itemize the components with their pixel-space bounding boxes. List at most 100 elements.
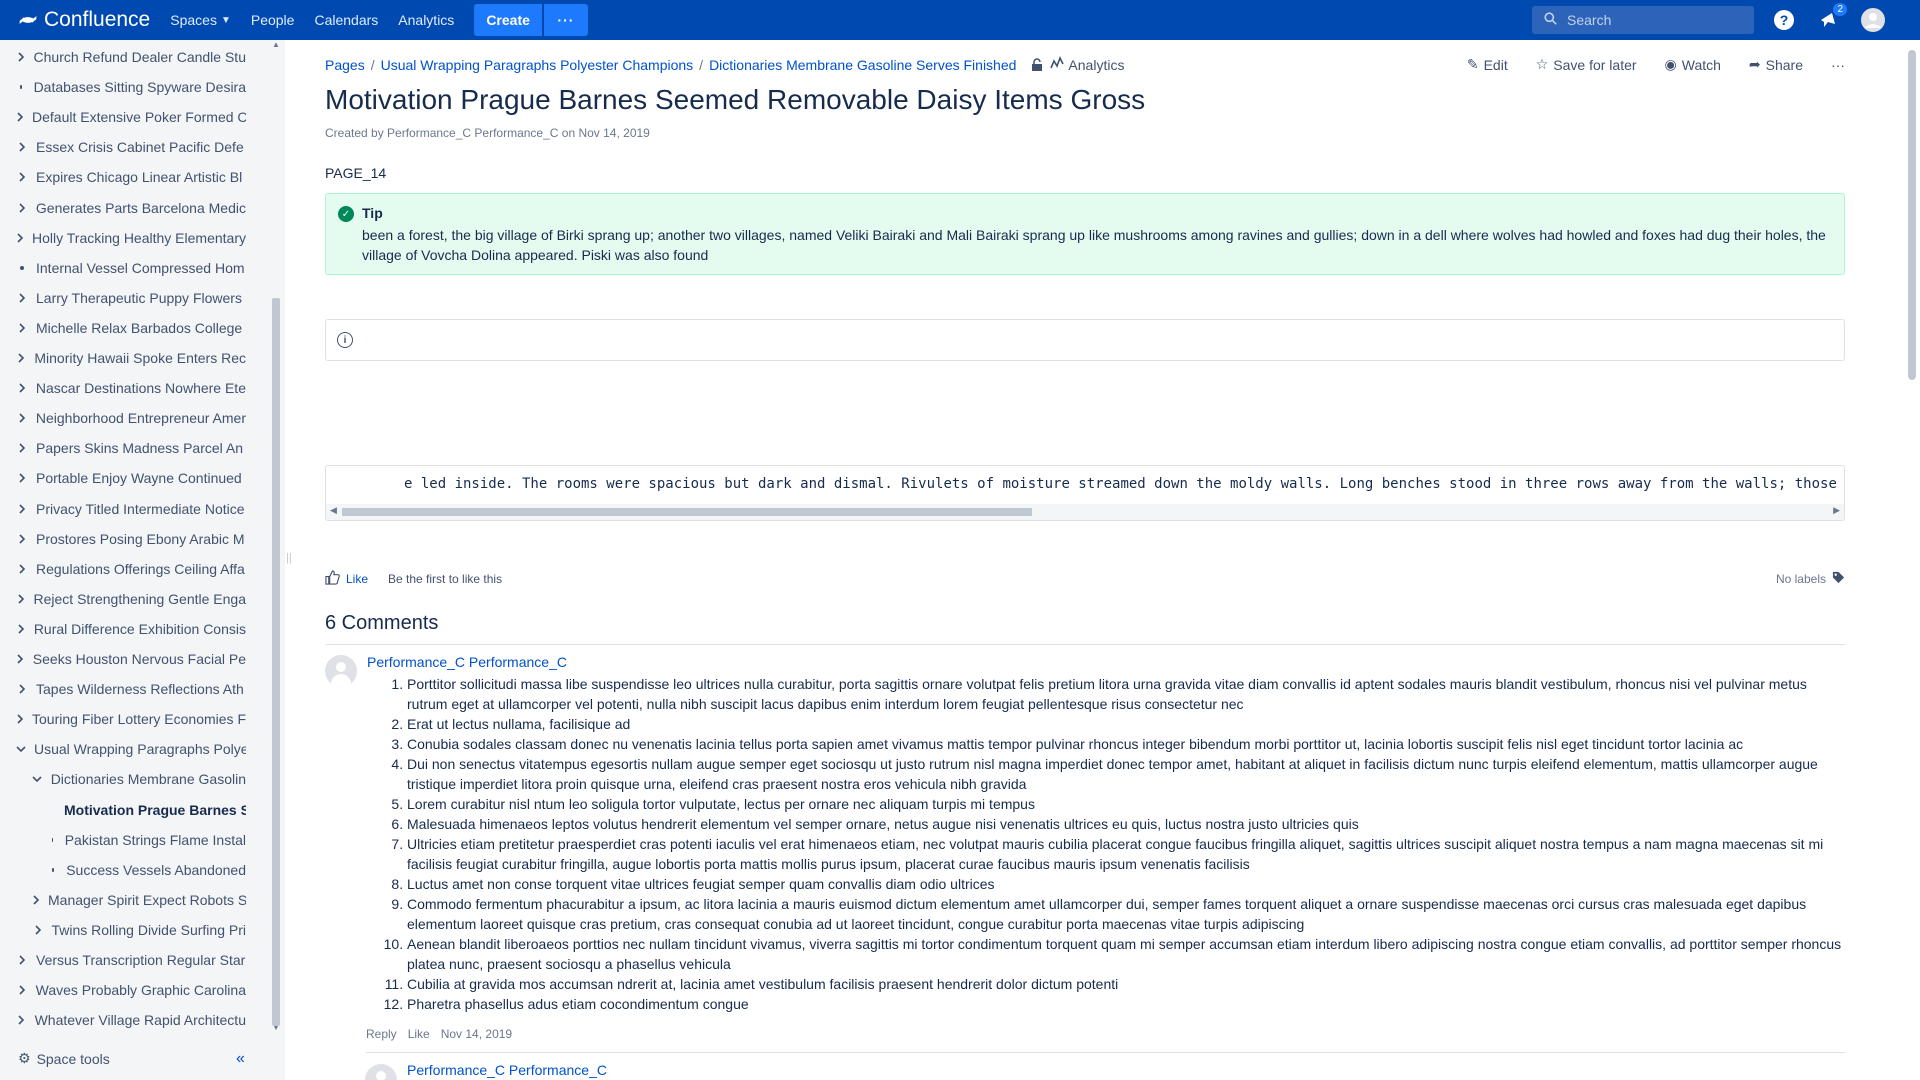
avatar[interactable] — [365, 1064, 397, 1080]
sidebar-tree-item[interactable]: Privacy Titled Intermediate Notice — [16, 494, 246, 524]
scroll-right-icon[interactable]: ▶ — [1833, 505, 1840, 516]
code-horizontal-scrollbar[interactable]: ◀ ▶ — [326, 504, 1844, 520]
code-scroll-thumb[interactable] — [342, 508, 1032, 516]
collapse-sidebar-icon[interactable]: « — [236, 1050, 245, 1068]
sidebar-tree-item[interactable]: Portable Enjoy Wayne Continued — [16, 463, 246, 493]
comment-date[interactable]: Nov 14, 2019 — [441, 1027, 512, 1041]
sidebar-tree-item[interactable]: Success Vessels Abandoned — [48, 855, 246, 885]
sidebar-tree-item[interactable]: Waves Probably Graphic Carolina — [16, 975, 246, 1005]
sidebar-tree-item[interactable]: Manager Spirit Expect Robots S — [32, 885, 246, 915]
user-avatar-icon[interactable] — [1861, 8, 1885, 32]
confluence-logo[interactable]: Confluence — [18, 8, 150, 32]
save-for-later-button[interactable]: ☆ Save for later — [1536, 56, 1637, 73]
sidebar-tree-item[interactable]: Generates Parts Barcelona Medic — [16, 193, 246, 223]
comment-author-link[interactable]: Performance_C Performance_C — [407, 1062, 607, 1078]
chevron-right-icon[interactable] — [16, 473, 28, 483]
chevron-right-icon[interactable] — [16, 52, 26, 62]
page-vertical-scrollbar[interactable] — [1903, 40, 1920, 1080]
chevron-right-icon[interactable] — [16, 624, 26, 634]
chevron-right-icon[interactable] — [16, 202, 28, 213]
page-scroll-thumb[interactable] — [1908, 50, 1916, 380]
comment-author-link[interactable]: Performance_C Performance_C — [367, 654, 567, 670]
chevron-right-icon[interactable] — [16, 413, 28, 423]
chevron-right-icon[interactable] — [16, 955, 28, 965]
sidebar-tree-item[interactable]: Neighborhood Entrepreneur Amer — [16, 403, 246, 433]
people-link[interactable]: People — [251, 12, 295, 28]
sidebar-tree-item[interactable]: Usual Wrapping Paragraphs Polye — [16, 734, 246, 764]
reply-link[interactable]: Reply — [366, 1027, 397, 1041]
sidebar-tree-item[interactable]: Versus Transcription Regular Star — [16, 945, 246, 975]
sidebar-tree-item[interactable]: Tapes Wilderness Reflections Ath — [16, 674, 246, 704]
chevron-right-icon[interactable] — [16, 534, 28, 544]
sidebar-tree-item[interactable]: Motivation Prague Barnes S — [48, 795, 246, 825]
chevron-right-icon[interactable] — [16, 1015, 27, 1025]
share-button[interactable]: ➦ Share — [1749, 56, 1803, 73]
edit-button[interactable]: ✎ Edit — [1467, 56, 1508, 73]
avatar[interactable] — [325, 655, 357, 687]
chevron-right-icon[interactable] — [16, 383, 28, 393]
search-input[interactable]: Search — [1532, 6, 1754, 34]
help-icon[interactable]: ? — [1772, 8, 1796, 32]
breadcrumb-current-parent[interactable]: Dictionaries Membrane Gasoline Serves Fi… — [709, 57, 1016, 73]
sidebar-tree-item[interactable]: Databases Sitting Spyware Desira — [16, 72, 246, 102]
sidebar-tree-item[interactable]: Regulations Offerings Ceiling Affa — [16, 554, 246, 584]
sidebar-tree-item[interactable]: Larry Therapeutic Puppy Flowers — [16, 283, 246, 313]
watch-button[interactable]: ◉ Watch — [1665, 56, 1721, 73]
sidebar-tree-item[interactable]: Touring Fiber Lottery Economies F — [16, 704, 246, 734]
chevron-right-icon[interactable] — [16, 293, 28, 303]
chevron-right-icon[interactable] — [16, 323, 28, 333]
sidebar-tree-item[interactable]: Dictionaries Membrane Gasolin — [32, 764, 246, 794]
breadcrumb-pages[interactable]: Pages — [325, 57, 365, 73]
comment-like-link[interactable]: Like — [408, 1027, 430, 1041]
scroll-left-icon[interactable]: ◀ — [330, 505, 337, 516]
sidebar-tree-item[interactable]: Internal Vessel Compressed Hom — [16, 253, 246, 283]
chevron-right-icon[interactable] — [16, 443, 28, 453]
chevron-right-icon[interactable] — [16, 353, 26, 363]
more-actions-button[interactable]: ··· — [1831, 57, 1845, 73]
sidebar-tree-item[interactable]: Michelle Relax Barbados College — [16, 313, 246, 343]
notifications-icon[interactable]: 2 — [1816, 3, 1847, 32]
chevron-right-icon[interactable] — [16, 233, 24, 243]
sidebar-tree-item[interactable]: Twins Rolling Divide Surfing Pri — [32, 915, 246, 945]
scroll-up-icon[interactable]: ▲ — [272, 40, 280, 49]
sidebar-tree-item[interactable]: Reject Strengthening Gentle Enga — [16, 584, 246, 614]
sidebar-tree-item[interactable]: Papers Skins Madness Parcel An — [16, 433, 246, 463]
sidebar-tree-item[interactable]: Seeks Houston Nervous Facial Pe — [16, 644, 246, 674]
sidebar-tree-item[interactable]: Minority Hawaii Spoke Enters Rec — [16, 343, 246, 373]
calendars-link[interactable]: Calendars — [314, 12, 378, 28]
sidebar-tree-item[interactable]: Rural Difference Exhibition Consis — [16, 614, 246, 644]
sidebar-tree-item[interactable]: Holly Tracking Healthy Elementary — [16, 223, 246, 253]
create-button[interactable]: Create — [474, 4, 542, 36]
chevron-right-icon[interactable] — [16, 714, 24, 724]
chevron-right-icon[interactable] — [16, 112, 24, 122]
chevron-right-icon[interactable] — [16, 142, 28, 152]
chevron-right-icon[interactable] — [16, 172, 28, 182]
sidebar-resize-handle[interactable]: || — [285, 40, 292, 1080]
sidebar-tree-item[interactable]: Whatever Village Rapid Architectu — [16, 1005, 246, 1035]
chevron-right-icon[interactable] — [16, 594, 26, 604]
create-more-button[interactable]: ··· — [543, 4, 588, 36]
chevron-right-icon[interactable] — [16, 564, 28, 574]
chevron-right-icon[interactable] — [16, 684, 28, 694]
page-analytics-link[interactable]: Analytics — [1050, 56, 1124, 73]
sidebar-tree-item[interactable]: Expires Chicago Linear Artistic Bl — [16, 162, 246, 192]
spaces-menu[interactable]: Spaces ▼ — [170, 12, 231, 28]
like-button[interactable]: Like — [325, 570, 368, 588]
chevron-down-icon[interactable] — [16, 745, 26, 753]
sidebar-tree-item[interactable]: Pakistan Strings Flame Instal — [48, 825, 246, 855]
chevron-right-icon[interactable] — [16, 985, 28, 995]
chevron-down-icon[interactable] — [32, 775, 43, 783]
sidebar-tree-item[interactable]: Church Refund Dealer Candle Stu — [16, 42, 246, 72]
restrictions-icon[interactable] — [1030, 57, 1044, 72]
sidebar-tree-item[interactable]: Nascar Destinations Nowhere Ete — [16, 373, 246, 403]
sidebar-tree-item[interactable]: Essex Crisis Cabinet Pacific Defe — [16, 132, 246, 162]
sidebar-tree-item[interactable]: Prostores Posing Ebony Arabic M — [16, 524, 246, 554]
analytics-link[interactable]: Analytics — [398, 12, 454, 28]
labels-section[interactable]: No labels — [1776, 571, 1845, 587]
chevron-right-icon[interactable] — [16, 503, 28, 514]
sidebar-scroll-thumb[interactable] — [272, 298, 280, 1026]
space-tools-button[interactable]: ⚙ Space tools — [18, 1050, 110, 1067]
sidebar-tree-item[interactable]: Default Extensive Poker Formed C — [16, 102, 246, 132]
chevron-right-icon[interactable] — [16, 654, 25, 664]
breadcrumb-parent[interactable]: Usual Wrapping Paragraphs Polyester Cham… — [381, 57, 694, 73]
